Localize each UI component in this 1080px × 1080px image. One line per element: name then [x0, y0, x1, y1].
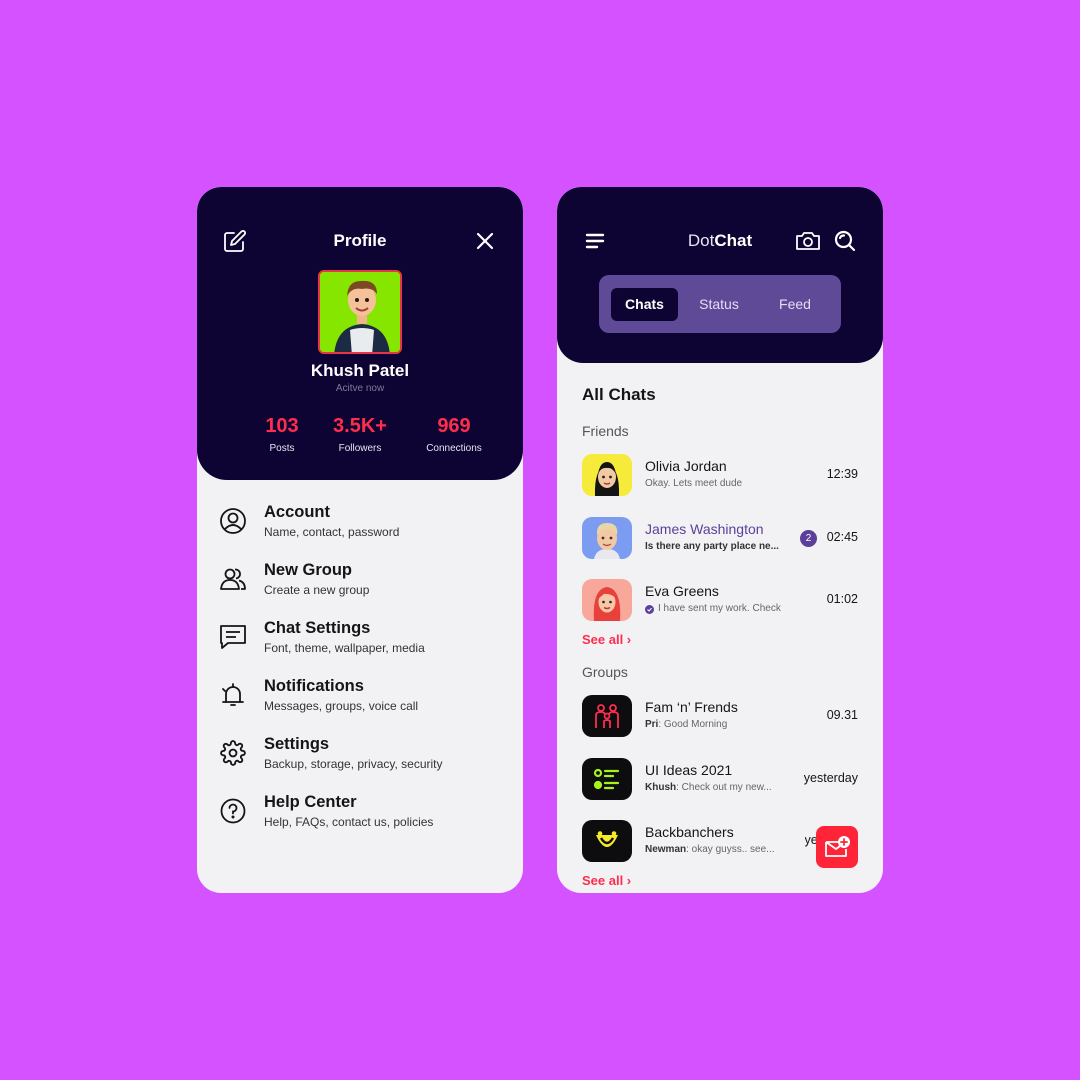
user-icon: [219, 507, 247, 535]
chat-time: 01:02: [826, 592, 858, 606]
new-message-button[interactable]: [816, 826, 858, 868]
menu-item-title: New Group: [264, 561, 353, 579]
tab-chats[interactable]: Chats: [611, 288, 678, 321]
menu-item-title: Account: [264, 503, 330, 521]
family-icon: [582, 695, 632, 737]
chat-sender: Newman: [645, 844, 687, 855]
chat-header: DotChat Chats Status Feed: [557, 187, 883, 363]
chat-name: Olivia Jordan: [645, 458, 727, 474]
see-all-groups-link[interactable]: See all ›: [582, 873, 631, 888]
profile-name: Khush Patel: [310, 361, 410, 380]
section-title: All Chats: [582, 385, 656, 404]
chat-preview-text: : Check out my new...: [676, 782, 772, 793]
chat-name: Fam ‘n’ Frends: [645, 699, 738, 715]
menu-item-notifications[interactable]: Notifications Messages, groups, voice ca…: [219, 677, 509, 735]
chat-item-fam-n-frends[interactable]: Fam ‘n’ Frends Pri: Good Morning 09.31: [582, 695, 858, 739]
chat-item-olivia-jordan[interactable]: Olivia Jordan Okay. Lets meet dude 12:39: [582, 454, 858, 498]
stat-label: Posts: [269, 443, 295, 454]
chat-time: 09.31: [826, 708, 858, 722]
chat-icon: [219, 623, 247, 651]
menu-item-subtitle: Name, contact, password: [264, 525, 400, 539]
menu-item-chat-settings[interactable]: Chat Settings Font, theme, wallpaper, me…: [219, 619, 509, 677]
chat-time: yesterday: [803, 771, 858, 785]
menu-item-settings[interactable]: Settings Backup, storage, privacy, secur…: [219, 735, 509, 793]
search-icon[interactable]: [831, 227, 859, 255]
menu-item-subtitle: Help, FAQs, contact us, policies: [264, 815, 434, 829]
chat-preview: I have sent my work. Check: [645, 603, 781, 614]
chat-preview: Newman: okay guyss.. see...: [645, 844, 775, 855]
settings-menu: Account Name, contact, password New Grou…: [219, 503, 509, 851]
menu-item-title: Help Center: [264, 793, 357, 811]
tab-feed[interactable]: Feed: [761, 288, 829, 321]
menu-item-subtitle: Font, theme, wallpaper, media: [264, 641, 425, 655]
chat-preview-text: I have sent my work. Check: [658, 603, 781, 614]
smile-icon: [582, 820, 632, 862]
help-icon: [219, 797, 247, 825]
see-all-friends-link[interactable]: See all ›: [582, 632, 631, 647]
friends-label: Friends: [582, 423, 629, 439]
menu-item-title: Chat Settings: [264, 619, 371, 637]
chat-preview: Pri: Good Morning: [645, 719, 727, 730]
unread-badge: 2: [800, 530, 817, 547]
stat-value: 969: [437, 415, 471, 437]
chat-time: 12:39: [826, 467, 858, 481]
stat-value: 3.5K+: [333, 415, 387, 437]
chat-item-james-washington[interactable]: James Washington Is there any party plac…: [582, 517, 858, 561]
stat-posts[interactable]: 103 Posts: [252, 415, 312, 454]
stat-followers[interactable]: 3.5K+ Followers: [325, 415, 395, 454]
chat-item-eva-greens[interactable]: Eva Greens I have sent my work. Check 01…: [582, 579, 858, 623]
chat-sender: Khush: [645, 782, 677, 793]
bell-icon: [219, 681, 247, 709]
profile-screen: Profile Khush Patel Acitve now 103 Posts…: [197, 187, 523, 893]
chat-preview: Is there any party place ne...: [645, 541, 779, 552]
chat-preview: Okay. Lets meet dude: [645, 478, 743, 489]
profile-header: Profile Khush Patel Acitve now 103 Posts…: [197, 187, 523, 480]
group-icon: [219, 565, 247, 593]
groups-label: Groups: [582, 664, 628, 680]
menu-item-subtitle: Create a new group: [264, 583, 370, 597]
avatar: [582, 454, 632, 496]
chat-preview-text: : okay guyss.. see...: [686, 844, 775, 855]
chat-name: James Washington: [645, 521, 764, 537]
app-title-light: Dot: [687, 231, 715, 250]
avatar: [582, 517, 632, 559]
menu-item-help-center[interactable]: Help Center Help, FAQs, contact us, poli…: [219, 793, 509, 851]
chat-preview-text: : Good Morning: [658, 719, 728, 730]
app-title-bold: Chat: [714, 231, 753, 250]
menu-item-title: Settings: [264, 735, 330, 753]
profile-status: Acitve now: [335, 383, 385, 394]
list-icon: [582, 758, 632, 800]
chat-sender: Pri: [645, 719, 659, 730]
stat-value: 103: [265, 415, 299, 437]
avatar[interactable]: [318, 270, 402, 354]
close-icon[interactable]: [471, 227, 499, 255]
menu-item-subtitle: Backup, storage, privacy, security: [264, 757, 443, 771]
stat-label: Followers: [338, 443, 382, 454]
menu-item-subtitle: Messages, groups, voice call: [264, 699, 419, 713]
chat-time: 02:45: [826, 530, 858, 544]
avatar: [582, 579, 632, 621]
new-message-icon: [825, 836, 850, 857]
chat-name: Eva Greens: [645, 583, 719, 599]
chat-tabs: Chats Status Feed: [599, 275, 841, 333]
stat-label: Connections: [426, 443, 482, 454]
chat-screen: DotChat Chats Status Feed All Chats Frie…: [557, 187, 883, 893]
menu-item-title: Notifications: [264, 677, 364, 695]
gear-icon: [219, 739, 247, 767]
menu-item-new-group[interactable]: New Group Create a new group: [219, 561, 509, 619]
menu-item-account[interactable]: Account Name, contact, password: [219, 503, 509, 561]
chat-item-ui-ideas-2021[interactable]: UI Ideas 2021 Khush: Check out my new...…: [582, 758, 858, 802]
chat-name: UI Ideas 2021: [645, 762, 733, 778]
chat-name: Backbanchers: [645, 824, 734, 840]
stat-connections[interactable]: 969 Connections: [414, 415, 494, 454]
chat-preview: Khush: Check out my new...: [645, 782, 772, 793]
tab-status[interactable]: Status: [685, 288, 753, 321]
sent-check-icon: [645, 605, 654, 614]
camera-icon[interactable]: [793, 227, 823, 255]
